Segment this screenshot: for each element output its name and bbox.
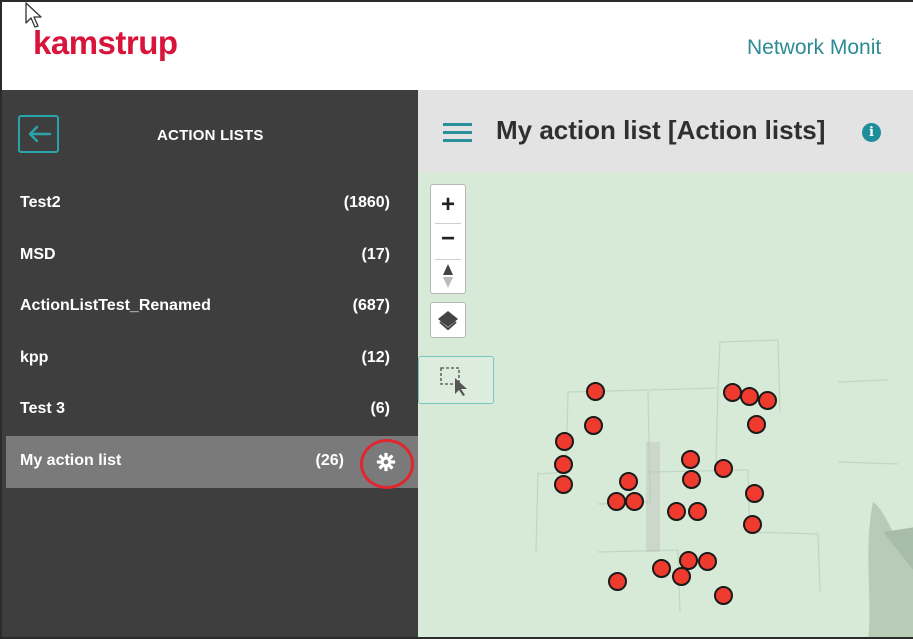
box-select-button[interactable] xyxy=(418,356,494,404)
zoom-control: + − xyxy=(430,184,466,294)
arrow-left-icon xyxy=(28,125,51,143)
list-item-label: ActionListTest_Renamed xyxy=(20,297,211,315)
meter-marker[interactable] xyxy=(745,484,764,503)
meter-marker[interactable] xyxy=(619,472,638,491)
meter-marker[interactable] xyxy=(607,492,626,511)
meter-marker[interactable] xyxy=(714,586,733,605)
meter-marker[interactable] xyxy=(555,432,574,451)
gear-icon xyxy=(376,452,396,472)
back-button[interactable] xyxy=(18,115,59,153)
list-item[interactable]: Test2 (1860) xyxy=(6,178,418,230)
meter-marker[interactable] xyxy=(698,552,717,571)
info-icon[interactable]: i xyxy=(862,123,881,142)
list-item[interactable]: kpp (12) xyxy=(6,333,418,385)
sidebar-title: ACTION LISTS xyxy=(157,127,264,144)
page-title: My action list [Action lists] xyxy=(496,115,826,145)
list-item[interactable]: MSD (17) xyxy=(6,230,418,282)
app-window: kamstrup Network Monit ACTION LISTS Test… xyxy=(0,0,913,639)
meter-marker[interactable] xyxy=(586,382,605,401)
list-item-count: (26) xyxy=(315,451,344,469)
zoom-in-button[interactable]: + xyxy=(431,187,465,223)
meter-marker[interactable] xyxy=(747,415,766,434)
list-item[interactable]: Test 3 (6) xyxy=(6,384,418,436)
map-toolbar: My action list [Action lists] i xyxy=(418,90,913,172)
meter-marker[interactable] xyxy=(758,391,777,410)
action-list-items: Test2 (1860) MSD (17) ActionListTest_Ren… xyxy=(6,178,418,489)
app-header: kamstrup Network Monit xyxy=(2,2,913,90)
main-panel: My action list [Action lists] i + − xyxy=(418,90,913,637)
meter-marker[interactable] xyxy=(625,492,644,511)
meter-marker[interactable] xyxy=(584,416,603,435)
meter-marker[interactable] xyxy=(723,383,742,402)
meter-marker[interactable] xyxy=(681,450,700,469)
list-item-count: (12) xyxy=(361,348,390,366)
list-item-active[interactable]: My action list (26) xyxy=(6,435,418,489)
meter-marker[interactable] xyxy=(743,515,762,534)
zoom-out-button[interactable]: − xyxy=(431,221,465,257)
meter-marker[interactable] xyxy=(554,475,573,494)
map-view[interactable]: + − xyxy=(418,172,913,637)
list-item-count: (1860) xyxy=(343,194,390,211)
meter-marker[interactable] xyxy=(740,387,759,406)
list-item-label: kpp xyxy=(20,348,49,366)
list-item-label: My action list xyxy=(20,451,122,469)
list-item-count: (687) xyxy=(352,297,390,315)
list-settings-button[interactable] xyxy=(354,436,414,489)
box-select-icon xyxy=(440,367,467,396)
meter-marker[interactable] xyxy=(682,470,701,489)
compass-icon[interactable] xyxy=(441,263,455,289)
meter-marker[interactable] xyxy=(672,567,691,586)
mouse-cursor-icon xyxy=(25,2,42,28)
meter-marker[interactable] xyxy=(554,455,573,474)
meter-marker[interactable] xyxy=(688,502,707,521)
list-item-label: MSD xyxy=(20,245,56,263)
list-item-count: (6) xyxy=(370,400,390,418)
action-lists-sidebar: ACTION LISTS Test2 (1860) MSD (17) Actio… xyxy=(2,90,418,637)
meter-marker[interactable] xyxy=(714,459,733,478)
meter-marker[interactable] xyxy=(608,572,627,591)
kamstrup-logo[interactable]: kamstrup xyxy=(33,24,178,62)
list-item-count: (17) xyxy=(361,245,390,263)
meter-marker[interactable] xyxy=(652,559,671,578)
app-title: Network Monit xyxy=(747,36,882,59)
layers-button[interactable] xyxy=(430,302,466,338)
list-item-label: Test 3 xyxy=(20,400,66,418)
layers-icon xyxy=(438,311,458,331)
list-item[interactable]: ActionListTest_Renamed (687) xyxy=(6,281,418,333)
list-item-label: Test2 xyxy=(20,194,61,211)
meter-marker[interactable] xyxy=(667,502,686,521)
menu-icon[interactable] xyxy=(443,123,472,143)
